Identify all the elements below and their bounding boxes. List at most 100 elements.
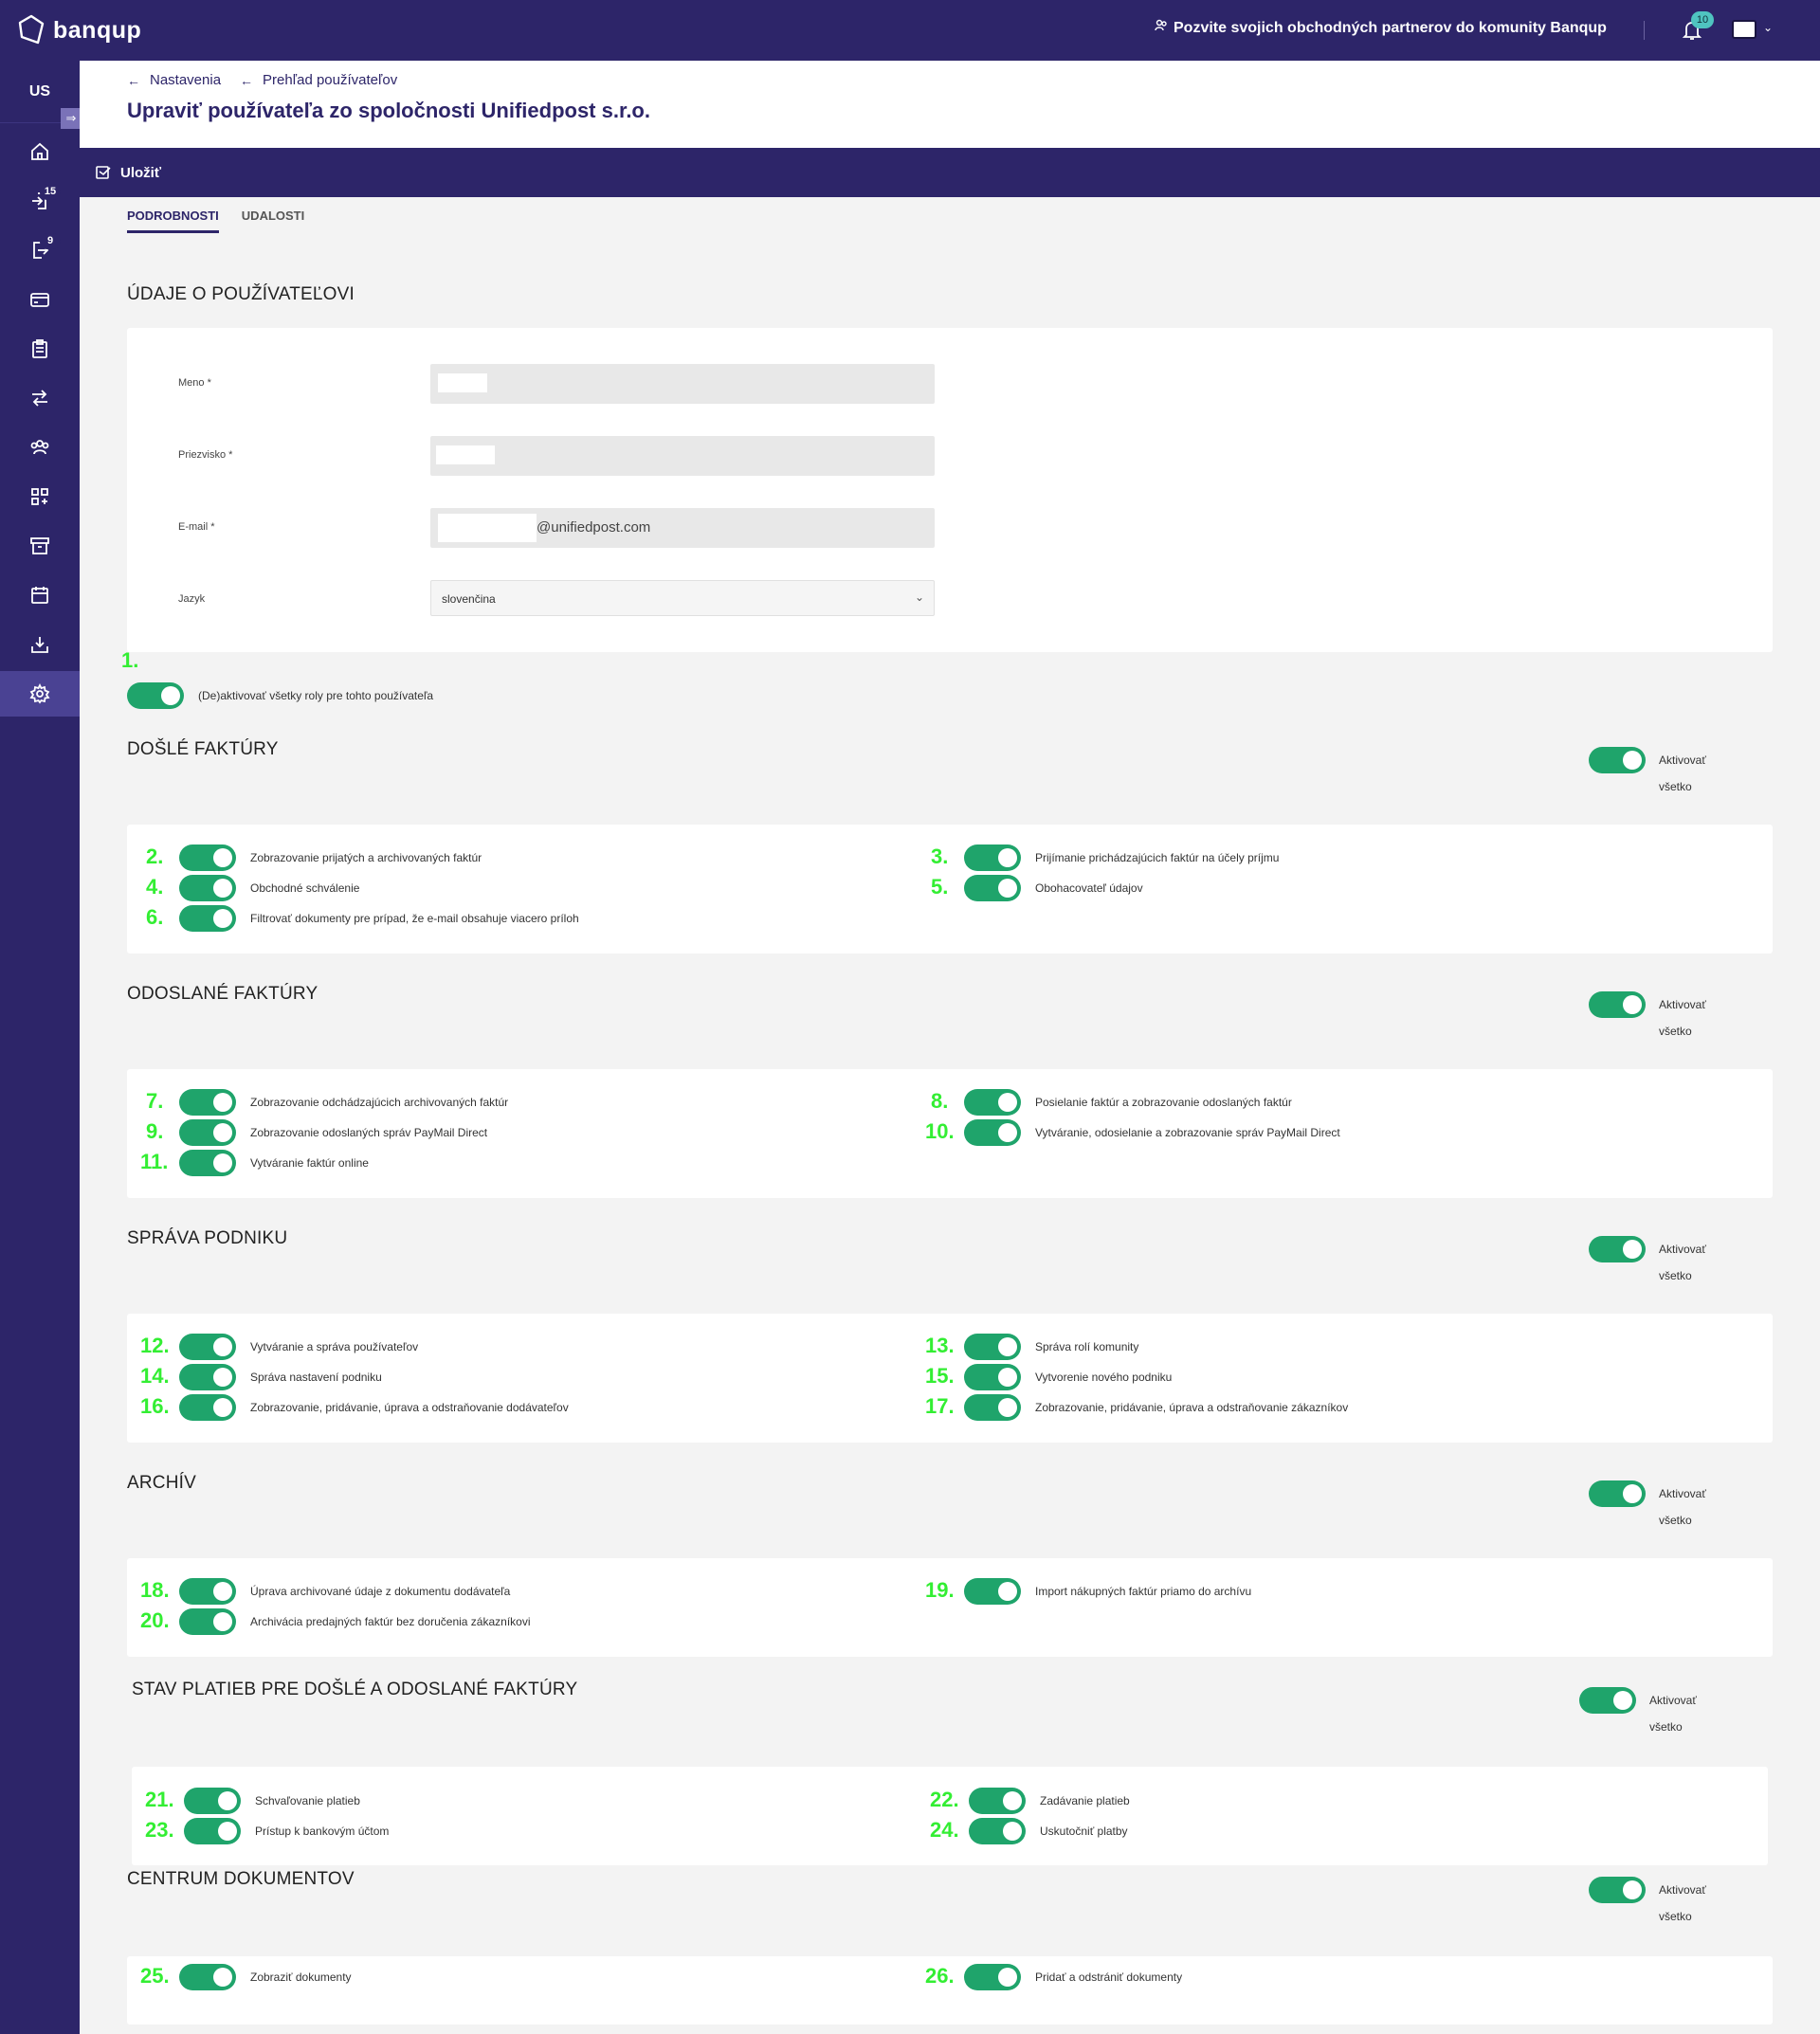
annotation-number: 17.	[925, 1394, 955, 1418]
permission-toggle[interactable]	[184, 1788, 241, 1814]
activate-all-label-line: všetko	[1659, 780, 1692, 793]
permission-toggle[interactable]	[969, 1818, 1026, 1844]
expand-sidebar-icon[interactable]: ⇒	[61, 108, 82, 129]
permission-toggle[interactable]	[179, 1150, 236, 1176]
permission-toggle[interactable]	[179, 1334, 236, 1360]
permission-label: Zobraziť dokumenty	[250, 1970, 352, 1984]
permission-toggle[interactable]	[969, 1788, 1026, 1814]
permission-toggle[interactable]	[964, 1578, 1021, 1605]
permission-toggle[interactable]	[179, 1394, 236, 1421]
permission-label: Správa rolí komunity	[1035, 1340, 1139, 1353]
sidebar-item-settings[interactable]	[0, 671, 80, 717]
sidebar-item-home[interactable]	[0, 129, 80, 174]
apps-icon	[31, 488, 48, 505]
activate-all-label-line: Aktivovať	[1659, 754, 1706, 767]
permission-toggle[interactable]	[184, 1818, 241, 1844]
permission-toggle[interactable]	[179, 905, 236, 932]
permissions-card	[127, 1558, 1773, 1657]
activate-all-toggle[interactable]	[1589, 1236, 1646, 1262]
permission-label: Správa nastavení podniku	[250, 1371, 382, 1384]
annotation-number: 1.	[121, 648, 139, 672]
permission-toggle[interactable]	[179, 1364, 236, 1390]
permission-toggle[interactable]	[179, 1089, 236, 1116]
permission-toggle[interactable]	[179, 844, 236, 871]
home-icon	[31, 142, 48, 160]
activate-all-toggle[interactable]	[1589, 1480, 1646, 1507]
user-details-title: ÚDAJE O POUŽÍVATEĽOVI	[127, 284, 355, 304]
activate-all-toggle[interactable]	[1589, 747, 1646, 773]
section-title: STAV PLATIEB PRE DOŠLÉ A ODOSLANÉ FAKTÚR…	[132, 1680, 578, 1699]
activate-all-label-line: všetko	[1659, 1514, 1692, 1527]
sidebar-item-downloads[interactable]	[0, 622, 80, 667]
annotation-number: 19.	[925, 1578, 955, 1602]
sidebar-item-transfers[interactable]	[0, 375, 80, 421]
deactivate-all-roles-toggle[interactable]	[127, 682, 184, 709]
sidebar-item-apps[interactable]	[0, 474, 80, 519]
permission-toggle[interactable]	[179, 875, 236, 901]
annotation-number: 11.	[140, 1150, 169, 1173]
permission-toggle[interactable]	[179, 1608, 236, 1635]
permission-label: Zobrazovanie, pridávanie, úprava a odstr…	[250, 1401, 569, 1414]
sidebar-item-calendar[interactable]	[0, 572, 80, 618]
permission-toggle[interactable]	[964, 1364, 1021, 1390]
sidebar-item-reports[interactable]	[0, 326, 80, 372]
logo-mark-icon	[18, 14, 45, 45]
people-icon	[1155, 19, 1168, 37]
sidebar-item-community[interactable]	[0, 425, 80, 470]
redacted-value	[438, 373, 487, 392]
permission-label: Archivácia predajných faktúr bez doručen…	[250, 1615, 531, 1628]
community-icon	[30, 440, 49, 455]
permission-toggle[interactable]	[179, 1964, 236, 1990]
sidebar: US ⇒ 15 9	[0, 61, 82, 2034]
activate-all-toggle[interactable]	[1589, 1877, 1646, 1903]
email-field[interactable]: @unifiedpost.com	[430, 508, 935, 548]
annotation-number: 21.	[145, 1788, 174, 1811]
save-button[interactable]: Uložiť	[95, 164, 161, 181]
permission-label: Filtrovať dokumenty pre prípad, že e-mai…	[250, 912, 579, 925]
breadcrumb-user-overview[interactable]: ← Prehľad používateľov	[240, 72, 397, 88]
permission-label: Vytvorenie nového podniku	[1035, 1371, 1173, 1384]
transfer-icon	[32, 390, 47, 407]
activate-all-label-line: všetko	[1659, 1910, 1692, 1923]
last-name-field[interactable]	[430, 436, 935, 476]
activate-all-toggle[interactable]	[1579, 1687, 1636, 1714]
permission-toggle[interactable]	[964, 1119, 1021, 1146]
permission-toggle[interactable]	[964, 875, 1021, 901]
sidebar-item-archive[interactable]	[0, 523, 80, 569]
tab-details[interactable]: PODROBNOSTI	[127, 209, 219, 233]
sidebar-item-outgoing[interactable]: 9	[0, 227, 80, 273]
annotation-number: 7.	[146, 1089, 164, 1113]
invite-text: Pozvite svojich obchodných partnerov do …	[1174, 19, 1607, 36]
sidebar-item-incoming[interactable]: 15	[0, 178, 80, 224]
permission-toggle[interactable]	[964, 1964, 1021, 1990]
first-name-label: Meno *	[178, 377, 211, 389]
permission-toggle[interactable]	[964, 1089, 1021, 1116]
permission-toggle[interactable]	[179, 1578, 236, 1605]
annotation-number: 23.	[145, 1818, 174, 1842]
save-label: Uložiť	[120, 164, 162, 181]
first-name-field[interactable]	[430, 364, 935, 404]
annotation-number: 22.	[930, 1788, 959, 1811]
language-select[interactable]: slovenčina ⌄	[430, 580, 935, 616]
permission-toggle[interactable]	[964, 1334, 1021, 1360]
permission-label: Vytváranie, odosielanie a zobrazovanie s…	[1035, 1126, 1340, 1139]
sidebar-item-payments[interactable]	[0, 277, 80, 322]
annotation-number: 12.	[140, 1334, 170, 1357]
annotation-number: 26.	[925, 1964, 955, 1988]
permission-toggle[interactable]	[964, 844, 1021, 871]
annotation-number: 20.	[140, 1608, 170, 1632]
permission-label: Prijímanie prichádzajúcich faktúr na úče…	[1035, 851, 1280, 864]
banqup-logo[interactable]: banqup	[17, 14, 141, 46]
permission-label: Posielanie faktúr a zobrazovanie odoslan…	[1035, 1096, 1292, 1109]
breadcrumb-settings[interactable]: ← Nastavenia	[127, 72, 221, 88]
tab-events[interactable]: UDALOSTI	[242, 209, 304, 233]
activate-all-label-line: všetko	[1659, 1025, 1692, 1038]
activate-all-toggle[interactable]	[1589, 991, 1646, 1018]
chevron-down-icon[interactable]: ⌄	[1763, 21, 1773, 34]
permission-toggle[interactable]	[179, 1119, 236, 1146]
permission-toggle[interactable]	[964, 1394, 1021, 1421]
activate-all-label-line: všetko	[1659, 1269, 1692, 1282]
language-flag-icon[interactable]	[1732, 20, 1756, 39]
invite-partners-link[interactable]: Pozvite svojich obchodných partnerov do …	[1155, 19, 1607, 37]
permissions-card	[127, 825, 1773, 953]
